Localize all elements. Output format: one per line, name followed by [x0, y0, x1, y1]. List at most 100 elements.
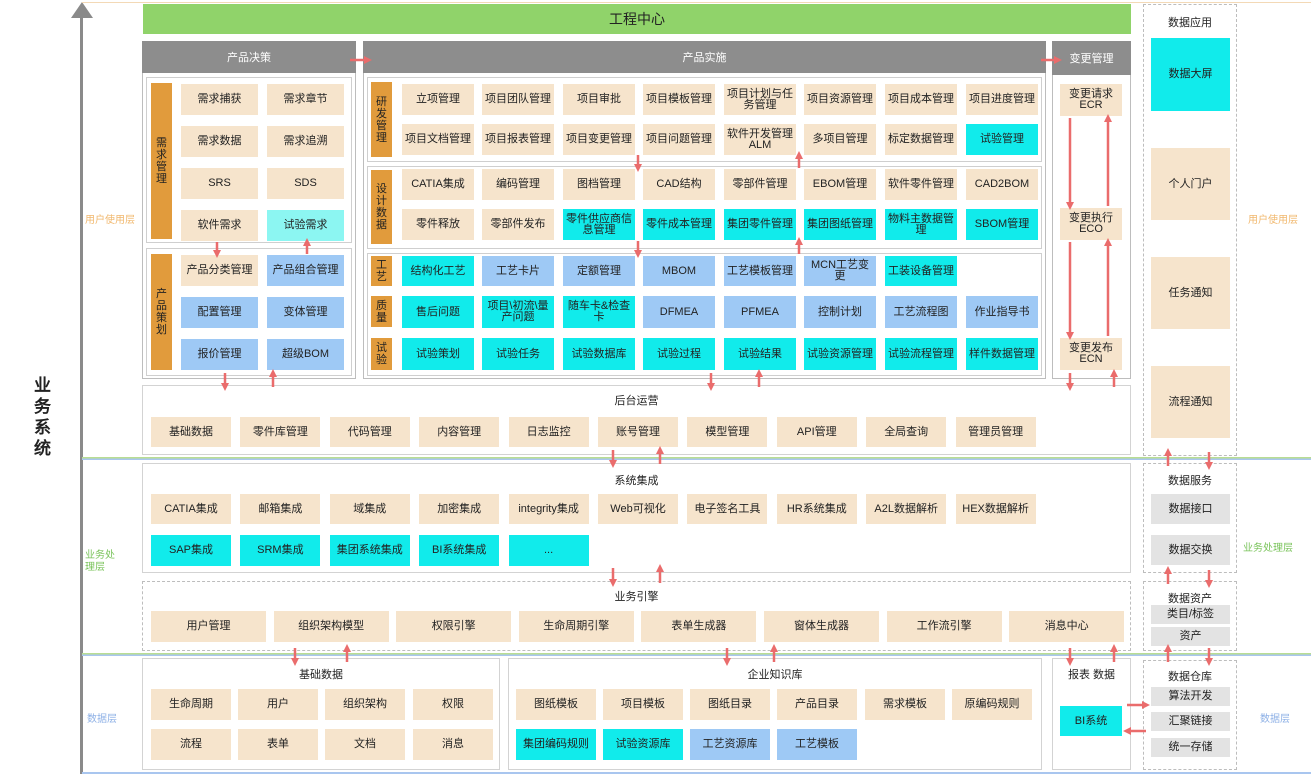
craft-item[interactable]: MBOM — [643, 256, 715, 286]
data-asset-tags[interactable]: 类目/标签 — [1151, 605, 1230, 624]
data-service-exchange[interactable]: 数据交换 — [1151, 535, 1230, 565]
test-item[interactable]: 试验数据库 — [563, 338, 635, 370]
design-item[interactable]: 零件释放 — [402, 209, 474, 240]
integration-item[interactable]: HEX数据解析 — [955, 494, 1036, 524]
base-data-item[interactable]: 用户 — [238, 689, 318, 720]
quality-item[interactable]: 售后问题 — [402, 296, 474, 328]
test-item[interactable]: 样件数据管理 — [966, 338, 1038, 370]
change-ecn[interactable]: 变更发布ECN — [1060, 338, 1122, 370]
design-item[interactable]: CATIA集成 — [402, 169, 474, 200]
integration-item[interactable]: integrity集成 — [508, 494, 589, 524]
integration-item[interactable]: 域集成 — [329, 494, 410, 524]
base-data-item[interactable]: 组织架构 — [325, 689, 405, 720]
integration-item[interactable]: 加密集成 — [419, 494, 500, 524]
quality-item[interactable]: 作业指导书 — [966, 296, 1038, 328]
design-item[interactable]: 零件供应商信息管理 — [563, 209, 635, 240]
plan-item[interactable]: 报价管理 — [181, 339, 258, 370]
warehouse-storage[interactable]: 统一存储 — [1151, 738, 1230, 757]
design-item[interactable]: 软件零件管理 — [885, 169, 957, 200]
craft-item[interactable]: 工装设备管理 — [885, 256, 957, 286]
change-ecr[interactable]: 变更请求ECR — [1060, 84, 1122, 116]
knowledge-item[interactable]: 图纸模板 — [516, 689, 596, 720]
test-item[interactable]: 试验结果 — [724, 338, 796, 370]
knowledge-item[interactable]: 需求模板 — [865, 689, 945, 720]
quality-item[interactable]: 随车卡&检查卡 — [563, 296, 635, 328]
craft-item[interactable]: 工艺卡片 — [482, 256, 554, 286]
req-item[interactable]: 需求追溯 — [267, 126, 344, 157]
data-app-flow[interactable]: 流程通知 — [1151, 366, 1230, 438]
rd-item[interactable]: 项目团队管理 — [482, 84, 554, 115]
knowledge-item[interactable]: 工艺资源库 — [690, 729, 770, 760]
integration-item[interactable]: BI系统集成 — [419, 535, 500, 566]
design-item[interactable]: 零件成本管理 — [643, 209, 715, 240]
engine-item[interactable]: 权限引擎 — [396, 611, 512, 642]
rd-item[interactable]: 项目文档管理 — [402, 124, 474, 155]
backend-item[interactable]: 代码管理 — [329, 417, 410, 447]
design-item[interactable]: 图档管理 — [563, 169, 635, 200]
base-data-item[interactable]: 流程 — [151, 729, 231, 760]
integration-item[interactable]: CATIA集成 — [151, 494, 231, 524]
knowledge-item[interactable]: 工艺模板 — [777, 729, 857, 760]
integration-item[interactable]: SAP集成 — [151, 535, 231, 566]
test-item[interactable]: 试验任务 — [482, 338, 554, 370]
data-app-screen[interactable]: 数据大屏 — [1151, 38, 1230, 111]
knowledge-item[interactable]: 项目模板 — [603, 689, 683, 720]
rd-item[interactable]: 项目成本管理 — [885, 84, 957, 115]
req-item[interactable]: 试验需求 — [267, 210, 344, 241]
knowledge-item[interactable]: 图纸目录 — [690, 689, 770, 720]
rd-item[interactable]: 项目模板管理 — [643, 84, 715, 115]
rd-item[interactable]: 项目报表管理 — [482, 124, 554, 155]
integration-item[interactable]: 集团系统集成 — [329, 535, 410, 566]
plan-item[interactable]: 超级BOM — [267, 339, 344, 370]
craft-item[interactable]: 结构化工艺 — [402, 256, 474, 286]
engine-item[interactable]: 窗体生成器 — [764, 611, 879, 642]
rd-item[interactable]: 立项管理 — [402, 84, 474, 115]
plan-item[interactable]: 配置管理 — [181, 297, 258, 328]
rd-item[interactable]: 项目进度管理 — [966, 84, 1038, 115]
warehouse-link[interactable]: 汇聚链接 — [1151, 712, 1230, 731]
base-data-item[interactable]: 文档 — [325, 729, 405, 760]
design-item[interactable]: 零部件发布 — [482, 209, 554, 240]
quality-item[interactable]: DFMEA — [643, 296, 715, 328]
backend-item[interactable]: 内容管理 — [419, 417, 500, 447]
integration-item[interactable]: A2L数据解析 — [866, 494, 947, 524]
design-item[interactable]: 物料主数据管理 — [885, 209, 957, 240]
req-item[interactable]: 软件需求 — [181, 210, 258, 241]
req-item[interactable]: SDS — [267, 168, 344, 199]
integration-item[interactable]: HR系统集成 — [776, 494, 857, 524]
quality-item[interactable]: PFMEA — [724, 296, 796, 328]
rd-item[interactable]: 多项目管理 — [804, 124, 876, 155]
knowledge-item[interactable]: 产品目录 — [777, 689, 857, 720]
design-item[interactable]: CAD2BOM — [966, 169, 1038, 200]
engine-item[interactable]: 生命周期引擎 — [518, 611, 634, 642]
backend-item[interactable]: 全局查询 — [866, 417, 947, 447]
rd-item[interactable]: 标定数据管理 — [885, 124, 957, 155]
engine-item[interactable]: 工作流引擎 — [886, 611, 1002, 642]
base-data-item[interactable]: 生命周期 — [151, 689, 231, 720]
knowledge-item[interactable]: 原编码规则 — [952, 689, 1032, 720]
backend-item[interactable]: API管理 — [776, 417, 857, 447]
rd-item[interactable]: 项目审批 — [563, 84, 635, 115]
design-item[interactable]: SBOM管理 — [966, 209, 1038, 240]
test-item[interactable]: 试验流程管理 — [885, 338, 957, 370]
craft-item[interactable]: 工艺模板管理 — [724, 256, 796, 286]
data-app-task[interactable]: 任务通知 — [1151, 257, 1230, 329]
data-app-portal[interactable]: 个人门户 — [1151, 148, 1230, 220]
craft-item[interactable]: MCN工艺变更 — [804, 256, 876, 286]
integration-item[interactable]: 邮箱集成 — [240, 494, 321, 524]
test-item[interactable]: 试验过程 — [643, 338, 715, 370]
engine-item[interactable]: 消息中心 — [1009, 611, 1125, 642]
report-bi-system[interactable]: BI系统 — [1060, 706, 1122, 736]
rd-item[interactable]: 项目计划与任务管理 — [724, 84, 796, 115]
backend-item[interactable]: 管理员管理 — [955, 417, 1036, 447]
design-item[interactable]: 零部件管理 — [724, 169, 796, 200]
quality-item[interactable]: 项目\初流\量产问题 — [482, 296, 554, 328]
rd-item[interactable]: 试验管理 — [966, 124, 1038, 155]
quality-item[interactable]: 控制计划 — [804, 296, 876, 328]
req-item[interactable]: 需求捕获 — [181, 84, 258, 115]
design-item[interactable]: CAD结构 — [643, 169, 715, 200]
backend-item[interactable]: 模型管理 — [687, 417, 768, 447]
design-item[interactable]: EBOM管理 — [804, 169, 876, 200]
req-item[interactable]: 需求章节 — [267, 84, 344, 115]
rd-item[interactable]: 软件开发管理ALM — [724, 124, 796, 155]
